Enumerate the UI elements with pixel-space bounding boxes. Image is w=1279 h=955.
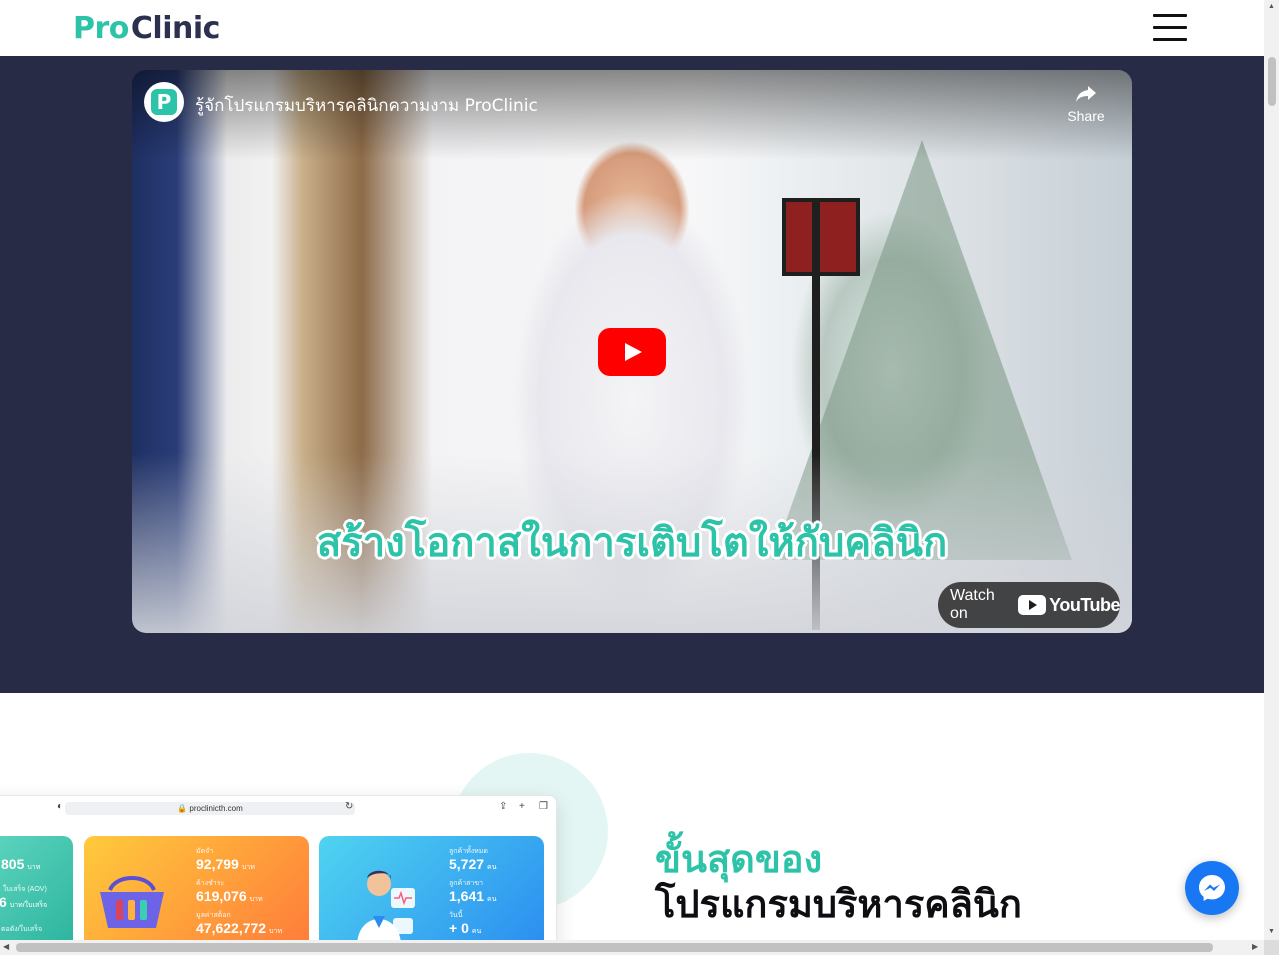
tabs-icon: ❐ (539, 801, 548, 812)
lamp-graphic (782, 198, 860, 276)
add-tab-icon: + (519, 801, 525, 812)
scroll-left-arrow-icon[interactable]: ◀ (3, 942, 9, 951)
vertical-scroll-thumb[interactable] (1268, 57, 1276, 106)
watch-on-youtube-button[interactable]: Watch on YouTube (938, 582, 1120, 628)
scrollbar-corner (1264, 940, 1279, 955)
stat-value: 619,076 บาท (196, 888, 263, 904)
stat-card-orange: มัดจำ 92,799 บาท ค้างชำระ 619,076 บาท มูลค… (84, 836, 309, 954)
menu-bar (1153, 38, 1187, 41)
proclinic-logo[interactable]: Pro Clinic (73, 10, 220, 46)
stat-value: 1,641 คน (449, 888, 497, 904)
basket-icon (100, 876, 164, 928)
scroll-up-arrow-icon[interactable]: ▲ (1268, 3, 1275, 10)
share-label: Share (1067, 108, 1105, 124)
url-field: 🔒 proclinicth.com (65, 802, 355, 815)
channel-avatar[interactable]: P (144, 82, 184, 122)
feature-heading: โปรแกรมบริหารคลินิก (655, 882, 1022, 926)
share-icon (1076, 86, 1096, 102)
video-title[interactable]: รู้จักโปรแกรมบริหารคลินิกความงาม ProClin… (195, 92, 538, 119)
scroll-down-arrow-icon[interactable]: ▼ (1268, 928, 1275, 935)
horizontal-scrollbar[interactable]: ◀ ▶ (0, 940, 1264, 955)
share-icon: ⇪ (499, 801, 508, 812)
vertical-scrollbar[interactable]: ▲ ▼ (1264, 0, 1279, 940)
browser-bar: ◐ 🔒 proclinicth.com ↻ ⇪ + ❐ (0, 796, 556, 820)
logo-clinic: Clinic (130, 10, 221, 46)
doctor-illustration-icon (357, 870, 415, 946)
horizontal-scroll-thumb[interactable] (16, 943, 1213, 952)
site-header: Pro Clinic (0, 0, 1264, 56)
stat-value: 92,799 บาท (196, 856, 255, 872)
youtube-logo-icon: YouTube (1018, 595, 1120, 616)
reload-icon: ↻ (345, 801, 354, 812)
url-text: proclinicth.com (189, 804, 243, 813)
scroll-right-arrow-icon[interactable]: ▶ (1252, 942, 1258, 951)
stat-card-green: 805 บาท ใบเสร็จ (AOV) 6 บาท/ใบเสร็จ ตอดัง/… (0, 836, 73, 954)
stat-value: 47,622,772 บาท (196, 920, 283, 936)
stat-value: 805 บาท (1, 856, 41, 872)
feature-section: ◐ 🔒 proclinicth.com ↻ ⇪ + ❐ 805 บาท ใบเสร… (0, 693, 1264, 955)
dashboard-mockup: ◐ 🔒 proclinicth.com ↻ ⇪ + ❐ 805 บาท ใบเสร… (0, 795, 557, 955)
shield-icon: ◐ (57, 801, 64, 812)
watch-on-label: Watch on (950, 587, 995, 622)
menu-bar (1153, 14, 1187, 17)
youtube-player[interactable]: P รู้จักโปรแกรมบริหารคลินิกความงาม ProCl… (132, 70, 1132, 633)
channel-logo-icon: P (151, 89, 177, 115)
messenger-icon (1199, 875, 1225, 901)
youtube-wordmark: YouTube (1049, 594, 1120, 615)
hamburger-menu-icon[interactable] (1153, 14, 1187, 42)
stat-value: + 0 คน (449, 920, 482, 936)
youtube-play-icon (1018, 595, 1047, 615)
stat-value: 5,727 คน (449, 856, 497, 872)
stat-card-blue: ลูกค้าทั้งหมด 5,727 คน ลูกค้าสาขา 1,641 คน… (319, 836, 544, 954)
messenger-chat-button[interactable] (1185, 861, 1239, 915)
video-section: P รู้จักโปรแกรมบริหารคลินิกความงาม ProCl… (0, 56, 1264, 693)
stat-value: 6 บาท/ใบเสร็จ (0, 894, 48, 910)
video-caption: สร้างโอกาสในการเติบโตให้กับคลินิก (316, 520, 948, 566)
share-button[interactable]: Share (1060, 84, 1112, 124)
logo-pro: Pro (73, 10, 129, 46)
play-button[interactable] (598, 328, 666, 376)
stat-label: ตอดัง/ใบเสร็จ (1, 926, 43, 933)
menu-bar (1153, 26, 1187, 29)
